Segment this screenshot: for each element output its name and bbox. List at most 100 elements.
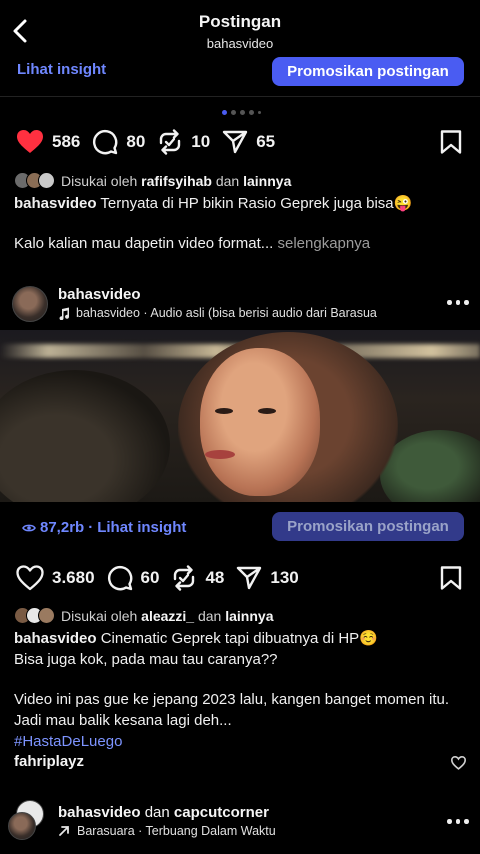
view-count: 87,2rb xyxy=(40,519,85,536)
page-title: Postingan xyxy=(198,12,282,31)
repost-button[interactable]: 10 xyxy=(157,129,210,155)
liked-by-and: dan xyxy=(197,607,222,624)
audio-label: bahasvideo · Audio asli (bisa berisi aud… xyxy=(76,306,377,320)
audio-row[interactable]: bahasvideo · Audio asli (bisa berisi aud… xyxy=(58,306,420,320)
author-row[interactable]: bahasvideo dan capcutcorner xyxy=(58,804,269,821)
dot xyxy=(464,819,469,824)
repost-icon xyxy=(160,129,181,155)
share-count: 65 xyxy=(256,132,276,151)
insight-label: Lihat insight xyxy=(97,519,187,536)
carousel-dot xyxy=(231,110,236,115)
save-button[interactable] xyxy=(440,130,462,154)
caption-text: Cinematic Geprek tapi dibuatnya di HP☺️ xyxy=(96,630,378,647)
caption-line: Kalo kalian mau dapetin video format... xyxy=(14,235,274,252)
repost-count: 48 xyxy=(205,568,225,587)
divider xyxy=(0,96,480,97)
heart-filled-icon xyxy=(17,130,43,153)
caption-line: Bisa juga kok, pada mau tau caranya?? xyxy=(14,651,278,668)
post2-actions: 3.680 60 48 130 xyxy=(16,565,311,591)
repost-count: 10 xyxy=(191,132,211,151)
dot xyxy=(455,819,460,824)
post1-caption-more: Kalo kalian mau dapetin video format... … xyxy=(14,233,466,254)
video-subject-eye xyxy=(215,408,233,414)
liked-by-and: dan xyxy=(215,172,240,189)
liked-by-row[interactable]: Disukai oleh rafifsyihab dan lainnya xyxy=(14,172,291,189)
author-avatar[interactable] xyxy=(12,286,48,322)
repost-icon xyxy=(174,565,195,591)
liked-by-others[interactable]: lainnya xyxy=(225,608,273,624)
avatar xyxy=(38,607,55,624)
video-subject-lips xyxy=(205,450,235,459)
eye-icon xyxy=(22,524,36,531)
liked-by-user[interactable]: aleazzi_ xyxy=(141,608,194,624)
dot xyxy=(447,300,452,305)
caption-username[interactable]: bahasvideo xyxy=(14,630,97,647)
promote-post-button[interactable]: Promosikan postingan xyxy=(272,512,464,541)
liked-by-user[interactable]: rafifsyihab xyxy=(141,173,212,189)
post1-caption: bahasvideo Ternyata di HP bikin Rasio Ge… xyxy=(14,193,466,214)
caption-username[interactable]: bahasvideo xyxy=(14,195,97,212)
post1-actions: 586 80 10 65 xyxy=(16,129,287,155)
hashtag-link[interactable]: #HastaDeLuego xyxy=(14,731,466,752)
share-button[interactable]: 130 xyxy=(236,565,299,591)
trending-arrow-icon xyxy=(59,826,69,836)
caption-text: Ternyata di HP bikin Rasio Geprek juga b… xyxy=(96,195,413,212)
dot xyxy=(447,819,452,824)
post2-caption: bahasvideo Cinematic Geprek tapi dibuatn… xyxy=(14,628,466,670)
carousel-dot xyxy=(240,110,245,115)
repost-button[interactable]: 48 xyxy=(171,565,224,591)
caption-line: Video ini pas gue ke jepang 2023 lalu, k… xyxy=(14,691,450,729)
author-and: dan xyxy=(144,804,170,821)
liker-avatars xyxy=(14,607,55,624)
top-comment-username[interactable]: fahriplayz xyxy=(14,753,84,770)
like-count: 586 xyxy=(52,132,81,151)
carousel-indicator xyxy=(222,110,261,115)
comment-button[interactable]: 60 xyxy=(107,565,160,591)
author-name[interactable]: bahasvideo xyxy=(58,286,141,303)
post-video[interactable] xyxy=(0,330,480,502)
see-more-link[interactable]: selengkapnya xyxy=(273,235,370,252)
music-note-icon xyxy=(59,307,70,320)
heart-icon xyxy=(16,565,44,591)
comment-icon xyxy=(93,129,118,155)
comment-button[interactable]: 80 xyxy=(92,129,145,155)
comment-count: 80 xyxy=(126,132,146,151)
heart-icon xyxy=(451,756,466,770)
send-icon xyxy=(237,566,262,590)
dot xyxy=(464,300,469,305)
save-button[interactable] xyxy=(440,566,462,590)
bookmark-icon xyxy=(440,566,462,590)
view-insight-link[interactable]: Lihat insight xyxy=(17,61,106,78)
collab-avatar[interactable] xyxy=(8,800,48,840)
carousel-dot xyxy=(258,111,261,114)
more-options-button[interactable] xyxy=(447,300,469,305)
avatar xyxy=(8,812,36,840)
separator: · xyxy=(88,519,94,536)
author-name[interactable]: bahasvideo xyxy=(58,804,141,821)
liked-by-prefix: Disukai oleh xyxy=(61,607,138,624)
comment-like-button[interactable] xyxy=(451,756,466,770)
coauthor-name[interactable]: capcutcorner xyxy=(174,804,269,821)
carousel-dot xyxy=(222,110,227,115)
views-insight-link[interactable]: 87,2rb · Lihat insight xyxy=(22,519,186,536)
like-button[interactable]: 586 xyxy=(16,129,80,155)
like-button[interactable]: 3.680 xyxy=(16,565,95,591)
more-options-button[interactable] xyxy=(447,819,469,824)
liked-by-row[interactable]: Disukai oleh aleazzi_ dan lainnya xyxy=(14,607,273,624)
comment-count: 60 xyxy=(140,568,160,587)
like-count: 3.680 xyxy=(52,568,95,587)
liked-by-others[interactable]: lainnya xyxy=(243,173,291,189)
video-plant xyxy=(0,370,170,502)
send-icon xyxy=(223,130,248,154)
bookmark-icon xyxy=(440,130,462,154)
promote-post-button[interactable]: Promosikan postingan xyxy=(272,57,464,86)
video-subject-face xyxy=(200,348,320,496)
post2-caption-body: Video ini pas gue ke jepang 2023 lalu, k… xyxy=(14,689,466,752)
share-button[interactable]: 65 xyxy=(222,129,275,155)
audio-row[interactable]: Barasuara · Terbuang Dalam Waktu xyxy=(58,824,276,838)
liker-avatars xyxy=(14,172,55,189)
carousel-dot xyxy=(249,110,254,115)
comment-icon xyxy=(107,565,132,591)
video-subject-eye xyxy=(258,408,276,414)
dot xyxy=(455,300,460,305)
